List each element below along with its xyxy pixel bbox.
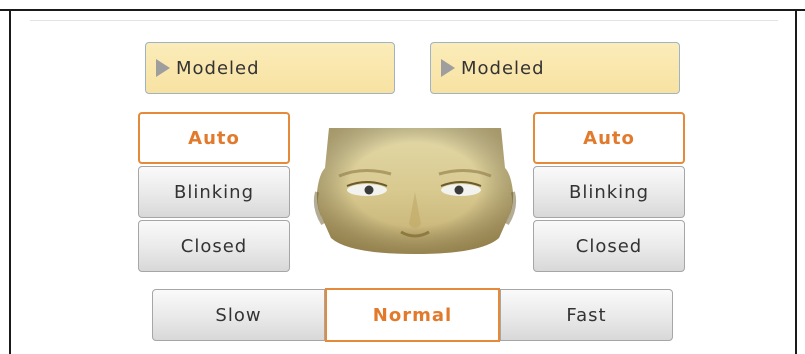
left-eye-model-dropdown[interactable]: Modeled xyxy=(145,42,395,94)
left-blinking-button[interactable]: Blinking xyxy=(138,166,290,218)
expand-arrow-icon xyxy=(441,59,455,77)
face-icon xyxy=(313,128,517,254)
dropdown-value: Modeled xyxy=(461,57,545,79)
divider xyxy=(30,20,778,21)
window-right-border xyxy=(795,9,797,354)
speed-normal-button[interactable]: Normal xyxy=(325,288,500,342)
speed-fast-button[interactable]: Fast xyxy=(500,289,673,341)
dropdown-value: Modeled xyxy=(176,57,260,79)
right-blinking-button[interactable]: Blinking xyxy=(533,166,685,218)
right-auto-button[interactable]: Auto xyxy=(533,112,685,164)
right-closed-button[interactable]: Closed xyxy=(533,220,685,272)
left-closed-button[interactable]: Closed xyxy=(138,220,290,272)
expand-arrow-icon xyxy=(156,59,170,77)
window-top-border xyxy=(0,0,805,11)
right-eye-model-dropdown[interactable]: Modeled xyxy=(430,42,680,94)
left-auto-button[interactable]: Auto xyxy=(138,112,290,164)
speed-slow-button[interactable]: Slow xyxy=(152,289,325,341)
